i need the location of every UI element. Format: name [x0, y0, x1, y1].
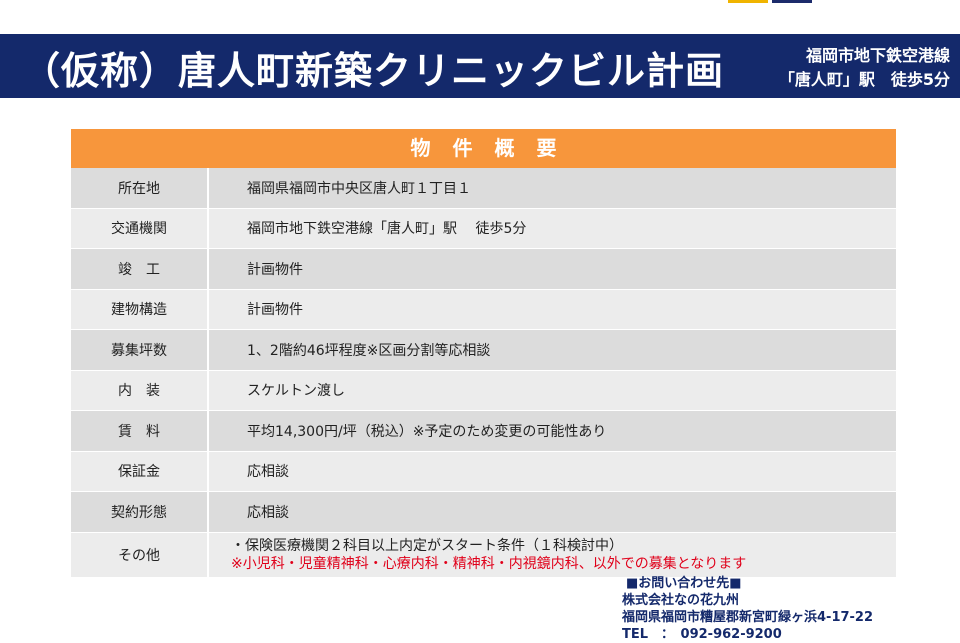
header-banner: （仮称）唐人町新築クリニックビル計画 福岡市地下鉄空港線 「唐人町」駅 徒歩5分 [0, 34, 960, 98]
row-label: 所在地 [71, 168, 209, 208]
table-row-completion: 竣 工 計画物件 [71, 249, 896, 290]
table-heading: 物件概要 [71, 129, 896, 168]
page-title: （仮称）唐人町新築クリニックビル計画 [22, 49, 725, 93]
contact-company: 株式会社なの花九州 [622, 593, 740, 608]
row-value: 1、2階約46坪程度※区画分割等応相談 [209, 330, 896, 370]
table-row-transport: 交通機関 福岡市地下鉄空港線「唐人町」駅 徒歩5分 [71, 208, 896, 249]
station-line-2: 「唐人町」駅 徒歩5分 [778, 70, 950, 89]
row-label: 交通機関 [71, 208, 209, 248]
row-label: 契約形態 [71, 492, 209, 532]
station-access: 福岡市地下鉄空港線 「唐人町」駅 徒歩5分 [779, 44, 950, 92]
other-note: ※小児科・児童精神科・心療内科・精神科・内視鏡内科、以外での募集となります [231, 555, 747, 572]
row-label: 募集坪数 [71, 330, 209, 370]
row-label: 内 装 [71, 370, 209, 410]
row-value: ・保険医療機関２科目以上内定がスタート条件（１科検討中） ※小児科・児童精神科・… [209, 532, 896, 577]
contact-address: 福岡県福岡市糟屋郡新宮町緑ヶ浜4-17-22 [622, 610, 874, 625]
row-label: 保証金 [71, 451, 209, 491]
table-row-contract: 契約形態 応相談 [71, 492, 896, 533]
row-value: 応相談 [209, 451, 896, 491]
row-value: 福岡県福岡市中央区唐人町１丁目１ [209, 168, 896, 208]
contact-heading: ■お問い合わせ先■ [626, 576, 742, 591]
row-value: 計画物件 [209, 249, 896, 289]
row-label: 竣 工 [71, 249, 209, 289]
logo-accent [728, 0, 812, 3]
row-value: 計画物件 [209, 289, 896, 329]
table-row-deposit: 保証金 応相談 [71, 451, 896, 492]
contact-info: ■お問い合わせ先■ 株式会社なの花九州 福岡県福岡市糟屋郡新宮町緑ヶ浜4-17-… [622, 575, 873, 643]
table-row-area: 募集坪数 1、2階約46坪程度※区画分割等応相談 [71, 330, 896, 371]
row-value: スケルトン渡し [209, 370, 896, 410]
logo-yellow-bar [728, 0, 768, 3]
row-label: その他 [71, 532, 209, 577]
row-label: 建物構造 [71, 289, 209, 329]
contact-tel: TEL ： 092-962-9200 [622, 627, 782, 642]
table-row-other: その他 ・保険医療機関２科目以上内定がスタート条件（１科検討中） ※小児科・児童… [71, 532, 896, 578]
table-row-location: 所在地 福岡県福岡市中央区唐人町１丁目１ [71, 168, 896, 209]
table-row-structure: 建物構造 計画物件 [71, 289, 896, 330]
property-overview-table: 物件概要 所在地 福岡県福岡市中央区唐人町１丁目１ 交通機関 福岡市地下鉄空港線… [71, 129, 896, 578]
table-row-rent: 賃 料 平均14,300円/坪（税込）※予定のため変更の可能性あり [71, 411, 896, 452]
row-label: 賃 料 [71, 411, 209, 451]
row-value: 福岡市地下鉄空港線「唐人町」駅 徒歩5分 [209, 208, 896, 248]
row-value: 平均14,300円/坪（税込）※予定のため変更の可能性あり [209, 411, 896, 451]
other-condition: ・保険医療機関２科目以上内定がスタート条件（１科検討中） [231, 537, 623, 554]
logo-blue-bar [772, 0, 812, 3]
station-line-1: 福岡市地下鉄空港線 [805, 46, 950, 65]
row-value: 応相談 [209, 492, 896, 532]
table-row-interior: 内 装 スケルトン渡し [71, 370, 896, 411]
